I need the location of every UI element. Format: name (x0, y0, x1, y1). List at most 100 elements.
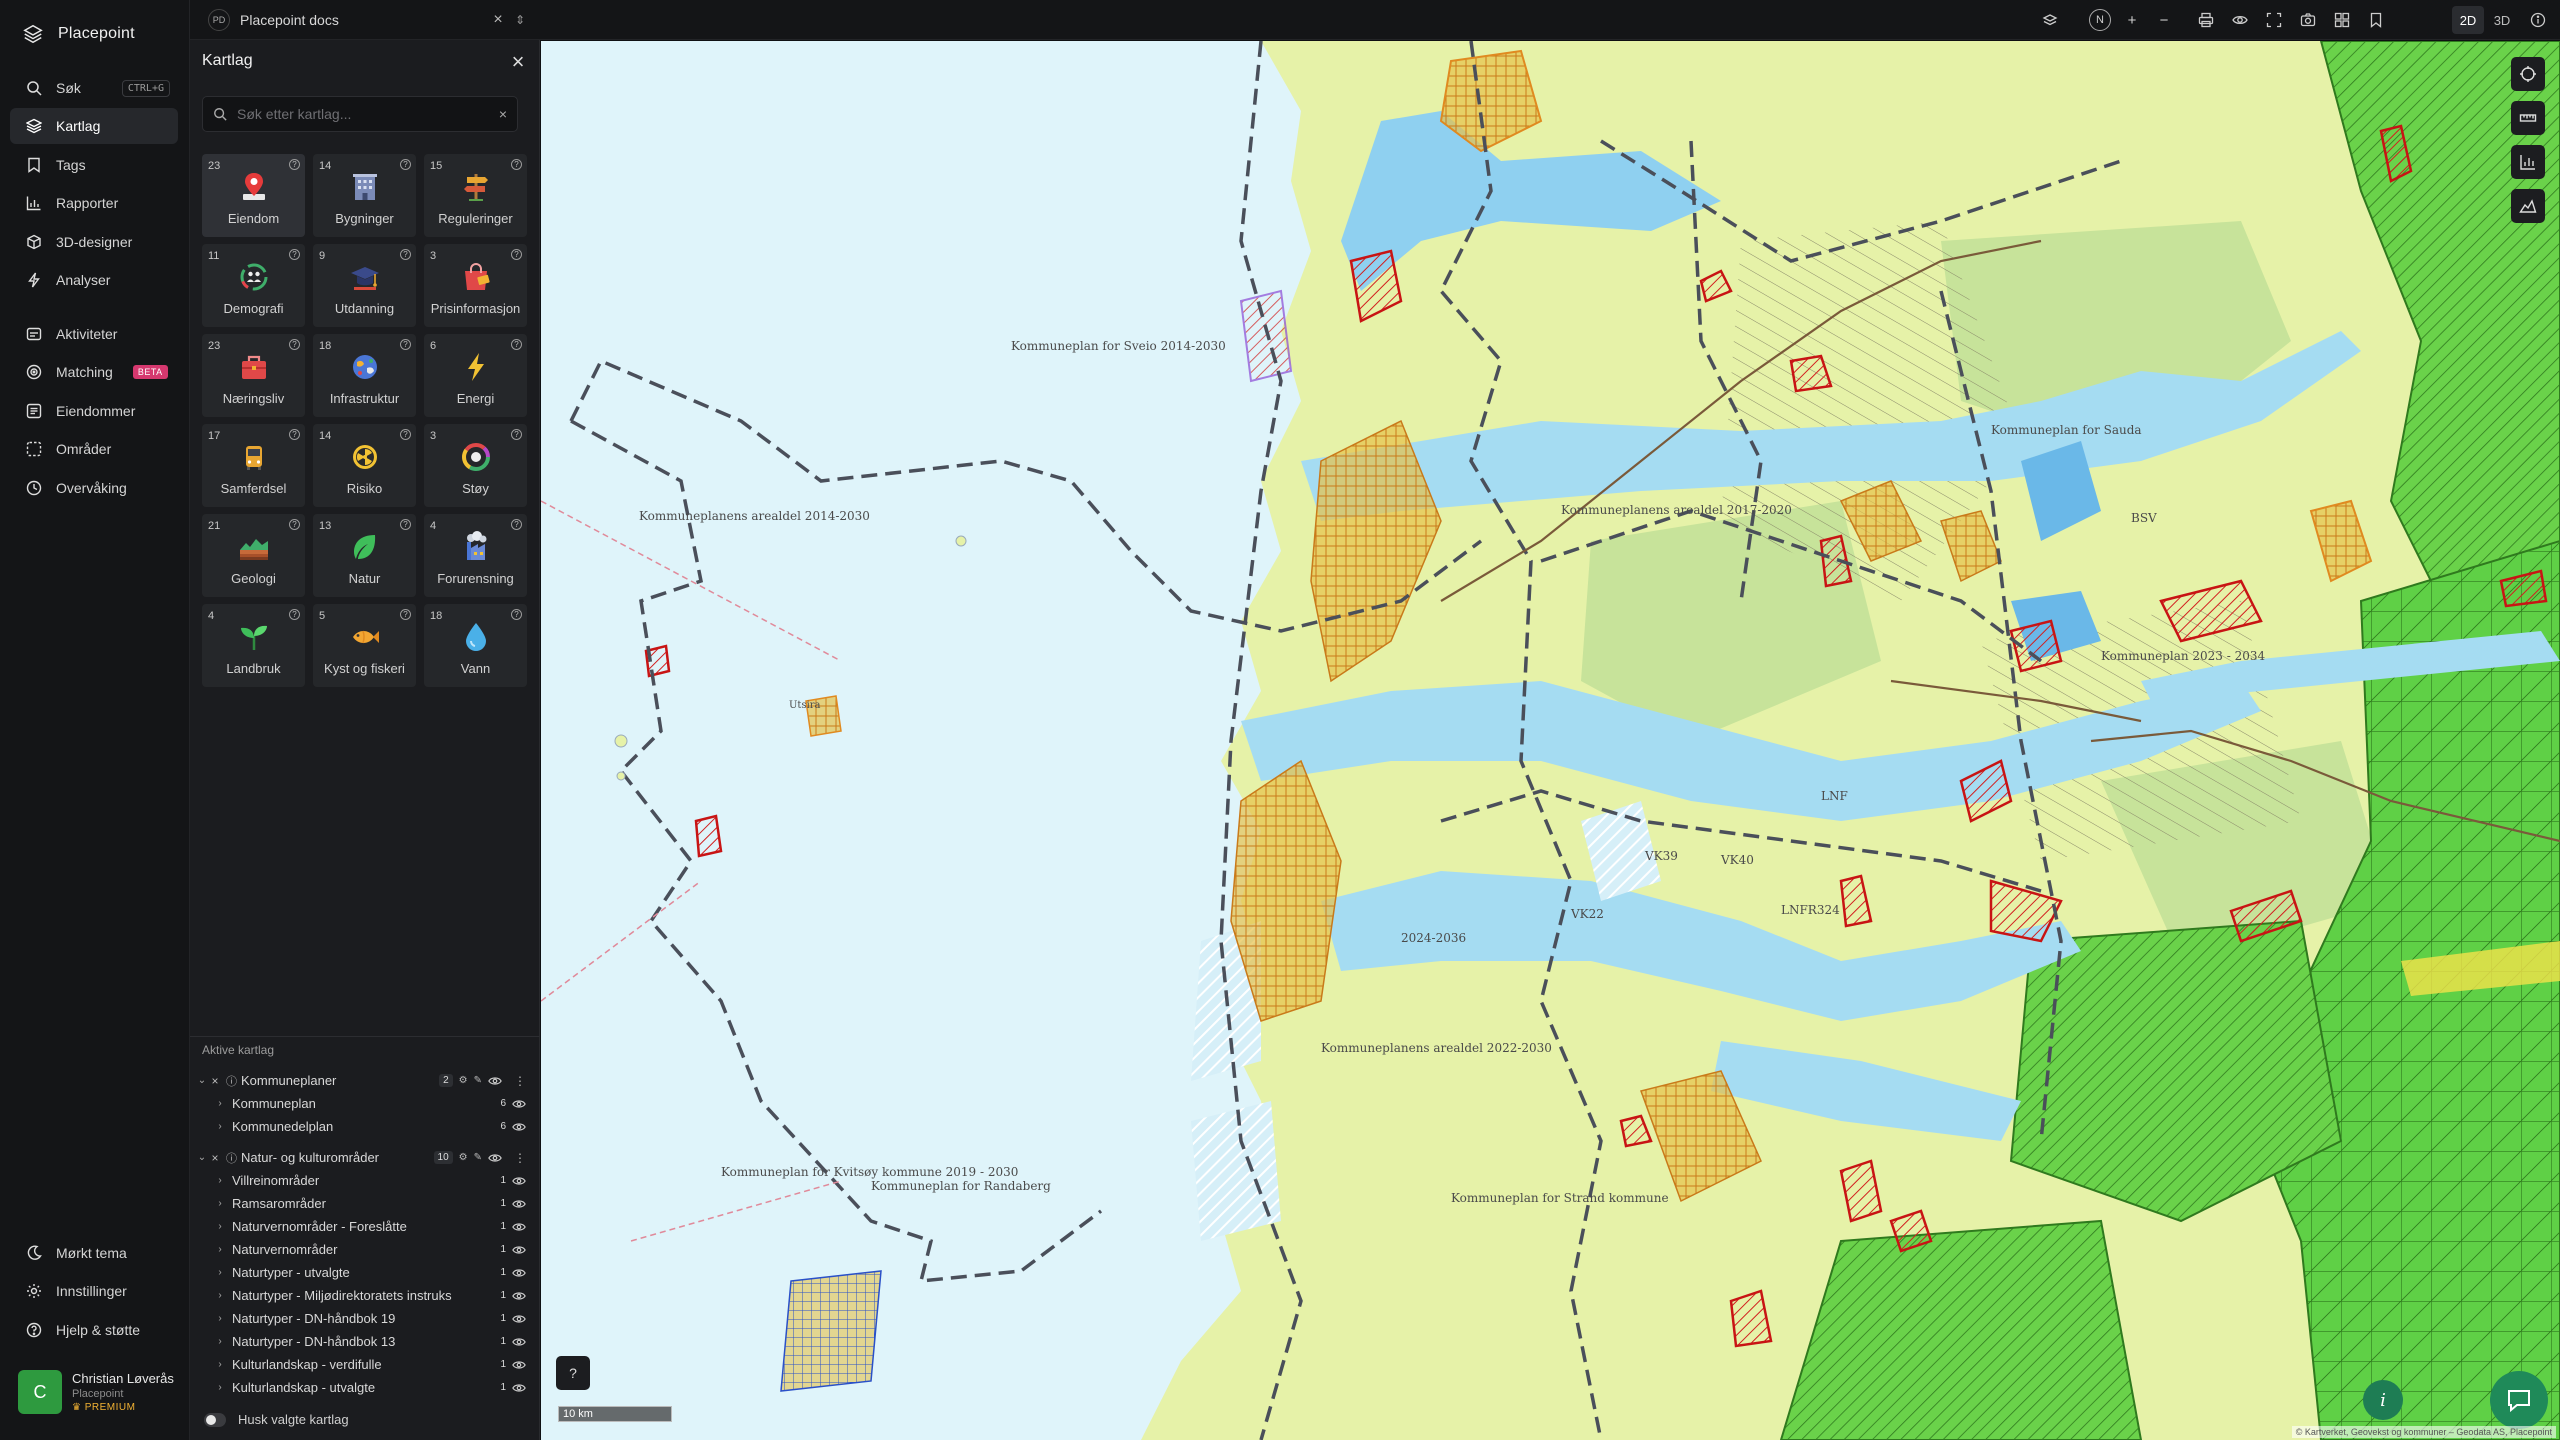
chevron-down-icon[interactable]: ⌄ (196, 1152, 208, 1163)
chevron-right-icon[interactable]: › (214, 1382, 226, 1393)
edit-icon[interactable]: ✎ (474, 1152, 482, 1163)
info-icon[interactable]: ? (289, 159, 300, 170)
chevron-right-icon[interactable]: › (214, 1244, 226, 1255)
map-tool-chart[interactable] (2511, 145, 2545, 179)
map-help-button[interactable]: ? (556, 1356, 590, 1390)
layer-row[interactable]: › Kommuneplan 6 (190, 1092, 540, 1115)
category-bygninger[interactable]: 14 ? Bygninger (313, 154, 416, 237)
info-icon[interactable]: ? (400, 429, 411, 440)
remember-layers-toggle[interactable]: Husk valgte kartlag (204, 1412, 349, 1427)
bookmark-button[interactable] (2364, 8, 2388, 32)
chevron-right-icon[interactable]: › (214, 1267, 226, 1278)
layer-row[interactable]: › Ramsarområder 1 (190, 1192, 540, 1215)
info-icon[interactable]: ? (400, 339, 411, 350)
close-document-button[interactable]: × (488, 10, 508, 30)
layer-row[interactable]: › Naturtyper - utvalgte 1 (190, 1261, 540, 1284)
info-icon[interactable]: ? (400, 609, 411, 620)
eye-icon[interactable] (512, 1243, 526, 1257)
category-natur[interactable]: 13 ? Natur (313, 514, 416, 597)
eye-icon[interactable] (512, 1174, 526, 1188)
eye-icon[interactable] (512, 1097, 526, 1111)
category-kyst-og-fiskeri[interactable]: 5 ? Kyst og fiskeri (313, 604, 416, 687)
eye-icon[interactable] (488, 1074, 502, 1088)
nav-item-eiendommer[interactable]: Eiendommer (10, 393, 178, 429)
toggle-switch[interactable] (204, 1412, 226, 1427)
more-options-icon[interactable]: ⋮ (514, 1074, 526, 1088)
chevron-down-icon[interactable]: ⌄ (196, 1075, 208, 1086)
info-icon[interactable]: ? (511, 429, 522, 440)
eye-icon[interactable] (512, 1266, 526, 1280)
layer-row[interactable]: › Naturtyper - Miljødirektoratets instruk… (190, 1284, 540, 1307)
category-prisinformasjon[interactable]: 3 ? Prisinformasjon (424, 244, 527, 327)
layer-row[interactable]: › Naturtyper - DN-håndbok 19 1 (190, 1307, 540, 1330)
layer-group-kommuneplaner[interactable]: ⌄ × ⓘ Kommuneplaner 2 ⚙ ✎ ⋮ (190, 1069, 540, 1092)
chevron-right-icon[interactable]: › (214, 1313, 226, 1324)
category-risiko[interactable]: 14 ? Risiko (313, 424, 416, 507)
chevron-right-icon[interactable]: › (214, 1121, 226, 1132)
mode-2d-button[interactable]: 2D (2452, 6, 2484, 34)
nav-item-tags[interactable]: Tags (10, 147, 178, 183)
category-utdanning[interactable]: 9 ? Utdanning (313, 244, 416, 327)
remove-group-icon[interactable]: × (208, 1151, 222, 1165)
layer-row[interactable]: › Kulturlandskap - utvalgte 1 (190, 1376, 540, 1399)
chevron-right-icon[interactable]: › (214, 1175, 226, 1186)
category-geologi[interactable]: 21 ? Geologi (202, 514, 305, 597)
nav-item-analyser[interactable]: Analyser (10, 262, 178, 298)
document-tab[interactable]: PD Placepoint docs (208, 7, 339, 33)
layer-group-natur-og-kulturomrader[interactable]: ⌄ × ⓘ Natur- og kulturområder 10 ⚙ ✎ ⋮ (190, 1146, 540, 1169)
fullscreen-button[interactable] (2262, 8, 2286, 32)
info-icon[interactable]: ⓘ (226, 1150, 237, 1166)
layers-stack-button[interactable] (2038, 8, 2062, 32)
eye-icon[interactable] (512, 1381, 526, 1395)
info-icon[interactable]: ? (289, 339, 300, 350)
clear-search-button[interactable]: × (499, 106, 507, 122)
visibility-button[interactable] (2228, 8, 2252, 32)
category-stoy[interactable]: 3 ? Støy (424, 424, 527, 507)
info-icon[interactable]: ? (289, 609, 300, 620)
category-reguleringer[interactable]: 15 ? Reguleringer (424, 154, 527, 237)
info-icon[interactable]: ? (400, 249, 411, 260)
category-infrastruktur[interactable]: 18 ? Infrastruktur (313, 334, 416, 417)
switch-document-button[interactable]: ⇕ (510, 10, 530, 30)
category-landbruk[interactable]: 4 ? Landbruk (202, 604, 305, 687)
nav-item-dark-theme[interactable]: Mørkt tema (10, 1235, 178, 1271)
nav-item-matching[interactable]: Matching BETA (10, 354, 178, 390)
info-icon[interactable]: ⓘ (226, 1073, 237, 1089)
settings-icon[interactable]: ⚙ (459, 1075, 468, 1086)
eye-icon[interactable] (512, 1289, 526, 1303)
category-eiendom[interactable]: 23 ? Eiendom (202, 154, 305, 237)
eye-icon[interactable] (512, 1220, 526, 1234)
eye-icon[interactable] (512, 1197, 526, 1211)
category-samferdsel[interactable]: 17 ? Samferdsel (202, 424, 305, 507)
nav-item-settings[interactable]: Innstillinger (10, 1273, 178, 1309)
close-panel-button[interactable]: × (506, 49, 530, 74)
category-naeringsliv[interactable]: 23 ? Næringsliv (202, 334, 305, 417)
map-tool-elevation[interactable] (2511, 189, 2545, 223)
category-forurensning[interactable]: 4 ? Forurensning (424, 514, 527, 597)
brand[interactable]: Placepoint (22, 20, 135, 48)
nav-item-3d-designer[interactable]: 3D-designer (10, 224, 178, 260)
zoom-out-button[interactable]: − (2152, 8, 2176, 32)
edit-icon[interactable]: ✎ (474, 1075, 482, 1086)
layer-row[interactable]: › Naturvernområder 1 (190, 1238, 540, 1261)
info-icon[interactable]: ? (400, 519, 411, 530)
chevron-right-icon[interactable]: › (214, 1221, 226, 1232)
info-icon[interactable]: ? (289, 249, 300, 260)
layer-row[interactable]: › Kulturlandskap - verdifulle 1 (190, 1353, 540, 1376)
nav-item-overvaking[interactable]: Overvåking (10, 470, 178, 506)
info-button[interactable] (2526, 8, 2550, 32)
chevron-right-icon[interactable]: › (214, 1098, 226, 1109)
compass-button[interactable]: N (2088, 8, 2112, 32)
nav-item-omrader[interactable]: Områder (10, 431, 178, 467)
map-tool-select[interactable] (2511, 57, 2545, 91)
eye-icon[interactable] (488, 1151, 502, 1165)
eye-icon[interactable] (512, 1335, 526, 1349)
info-icon[interactable]: ? (511, 519, 522, 530)
eye-icon[interactable] (512, 1358, 526, 1372)
info-icon[interactable]: ? (511, 249, 522, 260)
category-demografi[interactable]: 11 ? Demografi (202, 244, 305, 327)
nav-item-kartlag[interactable]: Kartlag (10, 108, 178, 144)
settings-icon[interactable]: ⚙ (459, 1152, 468, 1163)
chevron-right-icon[interactable]: › (214, 1198, 226, 1209)
map-canvas[interactable]: Kommuneplanens arealdel 2014-2030 Kommun… (541, 41, 2560, 1440)
